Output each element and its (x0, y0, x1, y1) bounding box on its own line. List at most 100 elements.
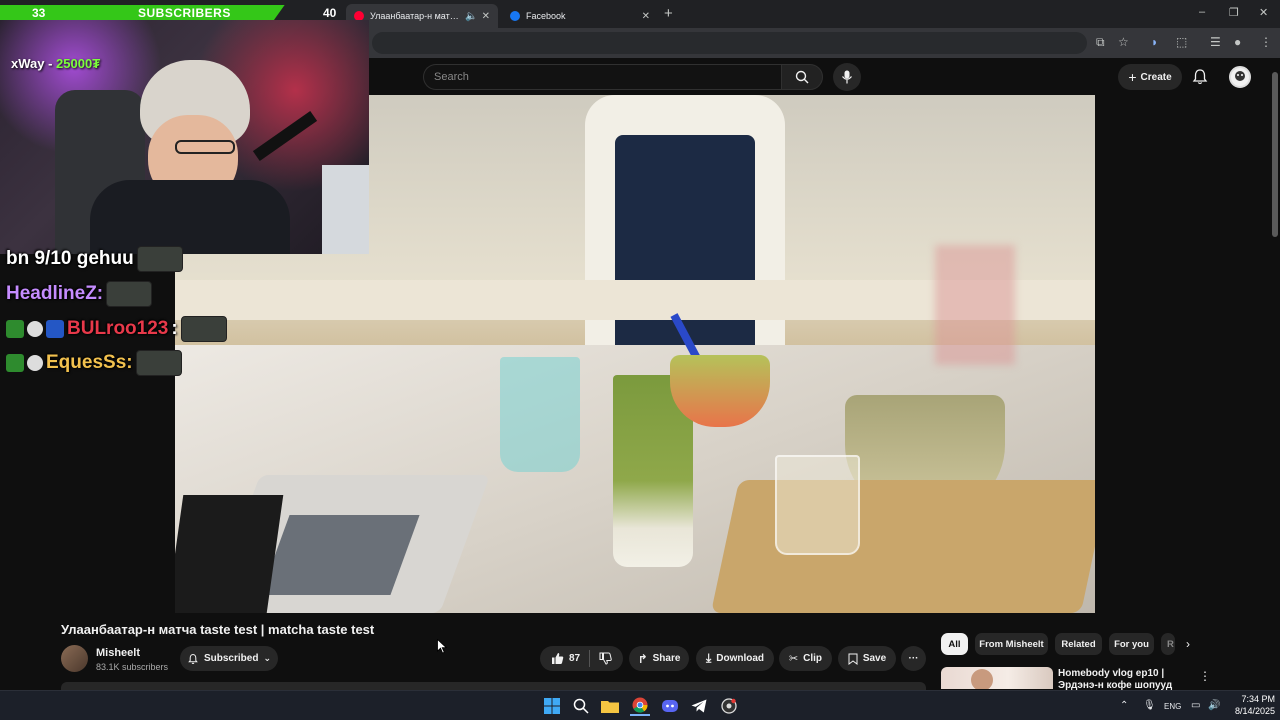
share-label: Share (652, 653, 681, 664)
first-badge-icon (6, 320, 24, 338)
like-count[interactable]: 87 (569, 653, 580, 664)
tab-facebook[interactable]: Facebook ✕ (502, 4, 658, 28)
discord-button[interactable] (660, 696, 680, 716)
thumbnail-face (971, 669, 993, 689)
subscriber-goal-target: 40 (323, 6, 337, 20)
close-tab-icon[interactable]: ✕ (642, 11, 650, 22)
page-scrollbar[interactable] (1270, 62, 1280, 690)
more-actions-button[interactable]: ··· (901, 646, 926, 671)
search-input[interactable] (424, 65, 781, 89)
channel-avatar[interactable] (61, 645, 88, 672)
create-button[interactable]: + Create (1118, 64, 1182, 90)
download-icon: ⤓ (705, 651, 712, 665)
clock-date[interactable]: 8/14/2025 (1225, 706, 1275, 716)
install-app-icon[interactable]: ⧉ (1096, 35, 1105, 50)
like-separator (589, 650, 591, 667)
recommendation-title[interactable]: Homebody vlog ep10 | Эрдэнэ-н кофе шопуу… (1058, 668, 1188, 690)
share-button[interactable]: ↱ Share (629, 646, 689, 671)
new-tab-button[interactable]: + (664, 5, 673, 22)
volume-icon[interactable]: 🔊 (1208, 700, 1220, 711)
account-avatar[interactable] (1229, 66, 1251, 88)
restore-button[interactable]: ❐ (1229, 6, 1239, 19)
chat-line: BULroo123 : (6, 316, 227, 342)
chip-recently-uploaded[interactable]: R (1161, 633, 1175, 655)
like-icon[interactable] (551, 652, 564, 665)
bell-icon (188, 653, 198, 664)
discord-icon (662, 700, 678, 712)
cat-badge-icon (27, 355, 43, 371)
channel-name[interactable]: Misheelt (96, 647, 140, 659)
search-icon (795, 70, 809, 84)
subscriber-goal-current: 33 (32, 6, 46, 20)
bookmark-star-icon[interactable]: ☆ (1118, 35, 1129, 49)
scissors-icon: ✂ (788, 653, 799, 665)
speaker-icon[interactable]: 🔈 (465, 11, 477, 22)
search-box[interactable] (423, 64, 781, 90)
scrollbar-thumb[interactable] (1272, 72, 1278, 237)
avatar-icon (1235, 71, 1245, 81)
search-icon (573, 698, 589, 714)
video-title: Улаанбаатар-н матча taste test | matcha … (61, 622, 375, 637)
voice-search-button[interactable] (833, 63, 861, 91)
chat-line: HeadlineZ: (6, 281, 153, 307)
start-button[interactable] (542, 696, 562, 716)
extension-audio-icon[interactable]: ◗ (1151, 35, 1158, 49)
taskbar-search-button[interactable] (571, 696, 591, 716)
save-button[interactable]: Save (838, 646, 896, 671)
close-window-button[interactable]: ✕ (1259, 6, 1268, 19)
file-explorer-button[interactable] (600, 696, 620, 716)
minimize-button[interactable]: – (1199, 6, 1205, 18)
dislike-icon[interactable] (599, 652, 612, 665)
address-bar[interactable] (372, 32, 1087, 54)
chevron-down-icon: ⌄ (263, 653, 271, 663)
subscribed-label: Subscribed (203, 653, 259, 664)
chat-user: bn 9/10 gehuu (6, 248, 134, 269)
chip-related[interactable]: Related (1055, 633, 1102, 655)
subscribed-button[interactable]: Subscribed ⌄ (180, 646, 278, 671)
chat-line: EquesSs: (6, 350, 182, 376)
recommendation-thumbnail[interactable] (941, 667, 1053, 689)
first-badge-icon (6, 354, 24, 372)
video-teal-glass (500, 357, 580, 472)
description-box[interactable] (61, 682, 926, 690)
webcam-glasses (175, 140, 235, 154)
chrome-button[interactable] (630, 696, 650, 716)
emote-icon (136, 246, 183, 272)
donation-name: xWay - (11, 56, 53, 71)
telegram-icon (691, 699, 707, 713)
search-button[interactable] (781, 64, 823, 90)
show-hidden-icons-icon[interactable]: ⌃ (1120, 700, 1128, 711)
chip-from-channel[interactable]: From Misheelt (975, 633, 1048, 655)
download-button[interactable]: ⤓ Download (696, 646, 774, 671)
webcam-pc-case (322, 165, 369, 254)
clip-button[interactable]: ✂ Clip (779, 646, 832, 671)
close-tab-icon[interactable]: ✕ (482, 11, 490, 22)
share-icon: ↱ (637, 651, 648, 666)
chip-all[interactable]: All (941, 633, 968, 655)
reading-list-icon[interactable]: ☰ (1210, 35, 1221, 49)
cat-badge-icon (27, 321, 43, 337)
telegram-button[interactable] (689, 696, 709, 716)
network-icon[interactable]: ▭ (1191, 700, 1200, 711)
recommendation-menu-icon[interactable]: ⋮ (1199, 669, 1211, 683)
browser-menu-icon[interactable]: ⋮ (1260, 35, 1272, 49)
folder-icon (601, 701, 619, 713)
tray-microphone-icon[interactable]: 🎙 (1143, 700, 1156, 711)
input-language[interactable]: ENG (1164, 702, 1181, 711)
bookmark-icon (848, 653, 858, 665)
notifications-button[interactable] (1190, 67, 1210, 87)
subscriber-goal-label: SUBSCRIBERS (138, 6, 231, 20)
chip-for-you[interactable]: For you (1109, 633, 1154, 655)
chevron-right-icon[interactable]: › (1186, 637, 1190, 651)
chat-user: EquesSs: (46, 352, 133, 373)
save-label: Save (862, 653, 887, 664)
donation-alert: xWay - 25000₮ (11, 56, 100, 71)
profile-icon[interactable]: ● (1234, 35, 1241, 49)
extensions-puzzle-icon[interactable]: ⬚ (1176, 35, 1187, 49)
flag-badge-icon (46, 320, 64, 338)
obs-button[interactable] (719, 696, 739, 716)
streamer-webcam: xWay - 25000₮ (0, 20, 369, 254)
chat-user: BULroo123 (67, 318, 169, 339)
video-black-tablet (175, 495, 284, 613)
clock-time[interactable]: 7:34 PM (1235, 694, 1275, 704)
